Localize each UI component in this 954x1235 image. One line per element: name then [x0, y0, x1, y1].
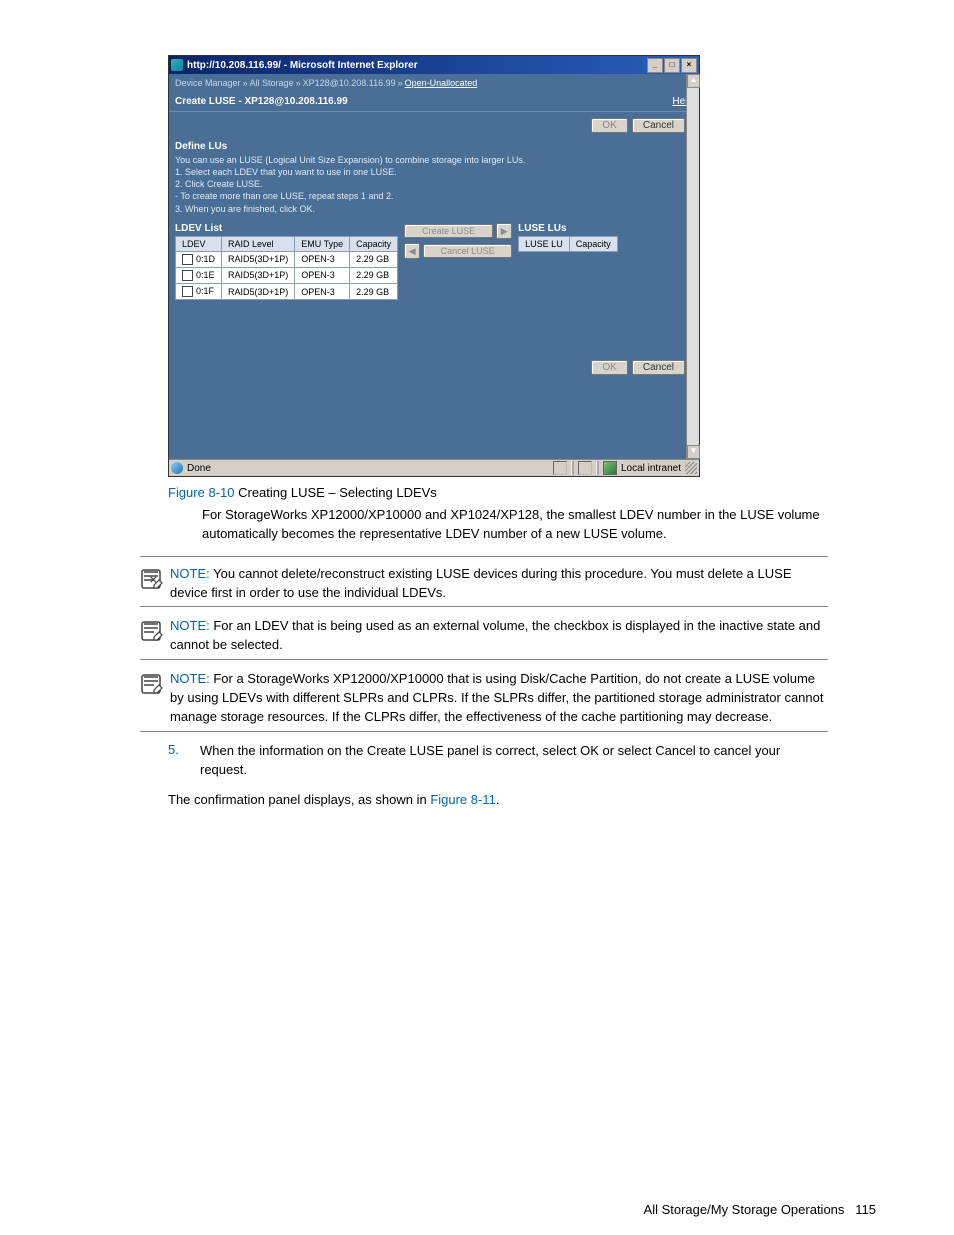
cell: 2.29 GB: [350, 283, 398, 299]
note-label: NOTE:: [170, 671, 210, 686]
cell: RAID5(3D+1P): [222, 267, 295, 283]
footer-section: All Storage/My Storage Operations: [644, 1202, 845, 1217]
luse-table: LUSE LU Capacity: [518, 236, 618, 252]
step-number: 5.: [168, 742, 200, 780]
desc-line: 2. Click Create LUSE.: [175, 178, 693, 190]
maximize-button[interactable]: □: [664, 58, 680, 73]
ldev-table: LDEV RAID Level EMU Type Capacity 0:1D R…: [175, 236, 398, 300]
page-title-bar: Create LUSE - XP128@10.208.116.99 Help: [169, 92, 699, 112]
ok-button[interactable]: OK: [591, 118, 627, 133]
note-label: NOTE:: [170, 566, 210, 581]
ie-icon: [171, 59, 183, 71]
figure-caption: Figure 8-10 Creating LUSE – Selecting LD…: [168, 485, 828, 500]
cell: 2.29 GB: [350, 251, 398, 267]
cancel-luse-button[interactable]: Cancel LUSE: [423, 244, 512, 258]
table-header[interactable]: Capacity: [350, 236, 398, 251]
scroll-up-icon[interactable]: ▲: [687, 74, 700, 88]
arrow-right-icon[interactable]: ▶: [496, 223, 512, 239]
page-title: Create LUSE - XP128@10.208.116.99: [175, 96, 348, 107]
zone-icon: [603, 461, 617, 475]
table-row[interactable]: 0:1D RAID5(3D+1P) OPEN-3 2.29 GB: [176, 251, 398, 267]
note-text: For an LDEV that is being used as an ext…: [170, 618, 820, 652]
table-row[interactable]: 0:1F RAID5(3D+1P) OPEN-3 2.29 GB: [176, 283, 398, 299]
cancel-button[interactable]: Cancel: [632, 360, 685, 375]
desc-line: 3. When you are finished, click OK.: [175, 203, 693, 215]
arrow-left-icon[interactable]: ◀: [404, 243, 420, 259]
body-paragraph: For StorageWorks XP12000/XP10000 and XP1…: [202, 506, 828, 544]
note-icon: [140, 567, 164, 591]
table-header[interactable]: EMU Type: [295, 236, 350, 251]
table-header[interactable]: Capacity: [569, 236, 617, 251]
table-header[interactable]: RAID Level: [222, 236, 295, 251]
ie-titlebar: http://10.208.116.99/ - Microsoft Intern…: [169, 56, 699, 74]
desc-line: You can use an LUSE (Logical Unit Size E…: [175, 154, 693, 166]
text: .: [496, 792, 500, 807]
note-text: For a StorageWorks XP12000/XP10000 that …: [170, 671, 823, 724]
done-icon: [171, 462, 183, 474]
cell: OPEN-3: [295, 251, 350, 267]
step-item: 5. When the information on the Create LU…: [168, 742, 828, 780]
ok-button[interactable]: OK: [591, 360, 627, 375]
close-button[interactable]: ×: [681, 58, 697, 73]
breadcrumb-item[interactable]: Device Manager: [175, 78, 241, 88]
note-text: You cannot delete/reconstruct existing L…: [170, 566, 791, 600]
luse-lus-title: LUSE LUs: [518, 221, 618, 236]
breadcrumb-item[interactable]: XP128@10.208.116.99: [303, 78, 396, 88]
cell: 0:1D: [196, 254, 215, 264]
status-cell: [553, 461, 567, 475]
ie-title: http://10.208.116.99/ - Microsoft Intern…: [187, 60, 647, 71]
figure-label: Figure 8-10: [168, 485, 234, 500]
chevron-right-icon: »: [296, 78, 301, 88]
breadcrumb-item[interactable]: Open-Unallocated: [405, 78, 478, 88]
checkbox[interactable]: [182, 254, 193, 265]
checkbox[interactable]: [182, 270, 193, 281]
note-icon: [140, 619, 164, 643]
body-paragraph: The confirmation panel displays, as show…: [168, 791, 828, 810]
status-text: Done: [187, 463, 211, 474]
cell: 0:1F: [196, 286, 214, 296]
breadcrumb-item[interactable]: All Storage: [250, 78, 294, 88]
status-bar: Done Local intranet: [169, 459, 699, 476]
checkbox[interactable]: [182, 286, 193, 297]
desc-line: - To create more than one LUSE, repeat s…: [175, 190, 693, 202]
create-luse-button[interactable]: Create LUSE: [404, 224, 493, 238]
section-description: You can use an LUSE (Logical Unit Size E…: [169, 152, 699, 221]
section-title: Define LUs: [169, 137, 699, 152]
note-label: NOTE:: [170, 618, 210, 633]
figure-caption-text: Creating LUSE – Selecting LDEVs: [234, 485, 436, 500]
status-zone: Local intranet: [621, 463, 681, 474]
text: The confirmation panel displays, as show…: [168, 792, 430, 807]
table-header[interactable]: LDEV: [176, 236, 222, 251]
page-footer: All Storage/My Storage Operations 115: [0, 1202, 954, 1217]
figure-link[interactable]: Figure 8-11: [430, 792, 496, 807]
cell: 2.29 GB: [350, 267, 398, 283]
footer-page: 115: [855, 1202, 876, 1217]
note-body: NOTE: You cannot delete/reconstruct exis…: [170, 565, 828, 603]
scroll-down-icon[interactable]: ▼: [687, 445, 700, 459]
breadcrumb: Device Manager » All Storage » XP128@10.…: [169, 74, 699, 92]
chevron-right-icon: »: [243, 78, 248, 88]
note-body: NOTE: For a StorageWorks XP12000/XP10000…: [170, 670, 828, 727]
chevron-right-icon: »: [398, 78, 403, 88]
cancel-button[interactable]: Cancel: [632, 118, 685, 133]
ie-window: http://10.208.116.99/ - Microsoft Intern…: [168, 55, 700, 477]
status-cell: [578, 461, 592, 475]
note-body: NOTE: For an LDEV that is being used as …: [170, 617, 828, 655]
table-row[interactable]: 0:1E RAID5(3D+1P) OPEN-3 2.29 GB: [176, 267, 398, 283]
note-icon: [140, 672, 164, 696]
desc-line: 1. Select each LDEV that you want to use…: [175, 166, 693, 178]
scrollbar[interactable]: ▲ ▼: [686, 74, 699, 459]
cell: RAID5(3D+1P): [222, 251, 295, 267]
resize-grip-icon[interactable]: [685, 462, 697, 474]
ldev-list-title: LDEV List: [175, 221, 398, 236]
table-header[interactable]: LUSE LU: [519, 236, 570, 251]
minimize-button[interactable]: _: [647, 58, 663, 73]
cell: OPEN-3: [295, 283, 350, 299]
cell: OPEN-3: [295, 267, 350, 283]
step-text: When the information on the Create LUSE …: [200, 742, 828, 780]
ie-content: ▲ ▼ Device Manager » All Storage » XP128…: [169, 74, 699, 459]
cell: RAID5(3D+1P): [222, 283, 295, 299]
cell: 0:1E: [196, 270, 215, 280]
